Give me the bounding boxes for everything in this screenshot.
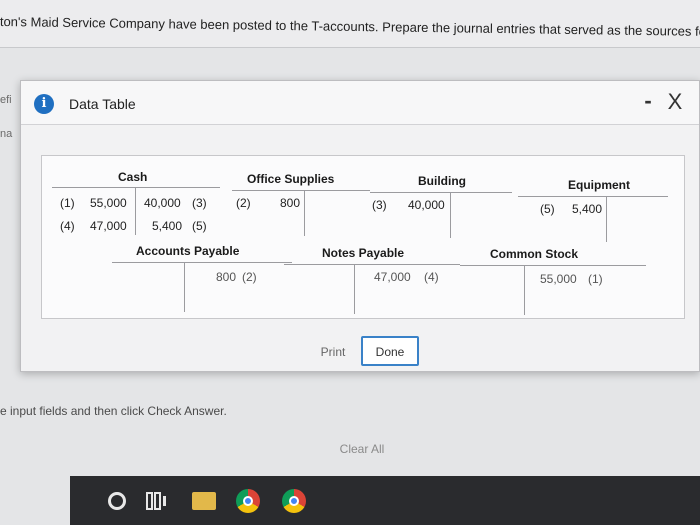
info-icon: i (34, 94, 54, 114)
dialog-header: i Data Table - X (21, 81, 699, 125)
data-table-dialog: i Data Table - X Cash (1) 55,000 40,000 … (20, 80, 700, 372)
t-account-line (284, 264, 460, 265)
entry-ref: (1) (588, 272, 603, 286)
t-account-line (518, 196, 668, 197)
taskbar (70, 476, 700, 525)
account-title-cash: Cash (118, 170, 148, 184)
clear-all-button[interactable]: Clear All (327, 436, 397, 462)
minimize-button[interactable]: - (637, 90, 659, 113)
left-tab-label: efi (0, 94, 12, 106)
account-title-common-stock: Common Stock (490, 247, 579, 261)
instruction-text: e input fields and then click Check Answ… (0, 404, 227, 418)
entry-credit: 55,000 (540, 272, 577, 286)
entry-credit: 800 (216, 270, 237, 284)
task-view-icon[interactable] (146, 490, 170, 514)
page-banner: ton's Maid Service Company have been pos… (0, 0, 700, 48)
entry-credit: 40,000 (144, 196, 181, 210)
close-button[interactable]: X (663, 91, 687, 115)
account-title-notes-payable: Notes Payable (322, 246, 405, 260)
entry-ref: (2) (236, 196, 251, 210)
page-banner-text: ton's Maid Service Company have been pos… (0, 14, 700, 40)
left-tab-label-2: na (0, 128, 13, 140)
t-account-line (524, 265, 525, 315)
entry-ref: (5) (540, 202, 555, 216)
entry-ref: (4) (424, 270, 439, 284)
chrome-center-icon (243, 496, 253, 506)
entry-ref: (5) (192, 219, 207, 233)
entry-credit: 47,000 (374, 270, 411, 284)
t-account-line (184, 262, 185, 312)
account-title-building: Building (418, 174, 466, 188)
entry-debit: 800 (280, 196, 301, 210)
t-account-line (52, 187, 220, 188)
account-title-equipment: Equipment (568, 178, 630, 192)
t-account-line (606, 196, 607, 242)
done-button[interactable]: Done (361, 336, 419, 366)
t-account-line (232, 190, 370, 191)
entry-debit: 5,400 (572, 202, 603, 216)
entry-debit: 47,000 (90, 219, 127, 233)
print-button[interactable]: Print (307, 337, 359, 367)
t-account-line (354, 264, 355, 314)
account-title-office-supplies: Office Supplies (247, 172, 335, 186)
dialog-title: Data Table (69, 96, 136, 112)
t-account-line (450, 192, 451, 238)
t-account-line (370, 192, 512, 193)
entry-ref: (1) (60, 196, 75, 210)
t-account-line (112, 262, 292, 263)
entry-ref: (3) (372, 198, 387, 212)
start-circle-icon[interactable] (108, 492, 126, 510)
chrome-center-icon-2 (289, 496, 299, 506)
account-title-accounts-payable: Accounts Payable (136, 244, 240, 258)
entry-ref: (3) (192, 196, 207, 210)
entry-debit: 55,000 (90, 196, 127, 210)
t-account-line (460, 265, 646, 266)
t-account-line (304, 190, 305, 236)
entry-debit: 40,000 (408, 198, 445, 212)
entry-ref: (2) (242, 270, 257, 284)
chrome-icon-2[interactable] (282, 489, 306, 513)
entry-ref: (4) (60, 219, 75, 233)
t-account-line (135, 187, 136, 235)
file-explorer-icon[interactable] (192, 492, 216, 510)
t-accounts-panel: Cash (1) 55,000 40,000 (3) (4) 47,000 5,… (41, 155, 685, 319)
chrome-icon[interactable] (236, 489, 260, 513)
entry-credit: 5,400 (152, 219, 183, 233)
